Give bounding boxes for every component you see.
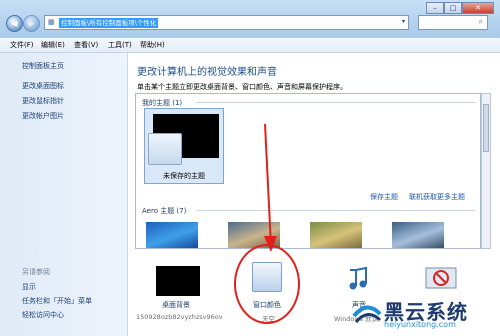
my-themes-header: 我的主题 (1) [142, 99, 183, 107]
menu-tools[interactable]: 工具(T) [108, 40, 132, 50]
close-button[interactable]: ✕ [462, 2, 494, 14]
address-dropdown-icon[interactable]: ▾ [402, 18, 405, 25]
menu-view[interactable]: 查看(V) [74, 40, 98, 50]
forward-button[interactable]: ▶ [23, 15, 40, 32]
screensaver-icon[interactable] [424, 266, 458, 294]
search-icon[interactable]: ⌕ [479, 17, 483, 27]
desktop-background-value: 150928ozb82vyzhzsv96ov [136, 313, 223, 321]
menu-file[interactable]: 文件(F) [10, 40, 34, 50]
sidebar: 控制面板主页 更改桌面图标 更改鼠标指针 更改帐户图片 另请参阅 显示 任务栏和… [0, 53, 128, 336]
scrollbar-thumb[interactable] [483, 104, 489, 152]
theme-window-preview [148, 133, 182, 165]
menu-help[interactable]: 帮助(H) [140, 40, 165, 50]
save-theme-link[interactable]: 保存主题 [370, 192, 398, 202]
address-bar[interactable]: ▦ 控制面板\所有控制面板项\个性化 ▾ [44, 15, 409, 30]
menu-edit[interactable]: 编辑(E) [41, 40, 65, 50]
section-divider [196, 102, 476, 103]
see-also-taskbar[interactable]: 任务栏和「开始」菜单 [22, 296, 92, 306]
see-also-heading: 另请参阅 [22, 268, 50, 276]
page-description: 单击某个主题立即更改桌面背景、窗口颜色、声音和屏幕保护程序。 [137, 83, 347, 91]
page-title: 更改计算机上的视觉效果和声音 [137, 67, 277, 78]
aero-themes-header: Aero 主题 (7) [142, 207, 187, 215]
aero-theme-characters[interactable] [310, 222, 362, 248]
sidebar-item-desktop-icons[interactable]: 更改桌面图标 [22, 81, 64, 91]
sound-icon[interactable] [344, 266, 374, 294]
title-bar: ◀ ▶ ▦ 控制面板\所有控制面板项\个性化 ▾ ⌕ – □ ✕ [0, 0, 500, 38]
section-divider [196, 210, 476, 211]
theme-scrollbar[interactable] [481, 93, 491, 249]
menu-bar: 文件(F) 编辑(E) 查看(V) 工具(T) 帮助(H) [0, 38, 500, 53]
control-panel-icon: ▦ [48, 18, 55, 26]
unsaved-theme-tile[interactable]: 未保存的主题 [144, 108, 224, 184]
aero-theme-windows[interactable] [146, 222, 198, 248]
theme-list: 我的主题 (1) 未保存的主题 保存主题 联机获取更多主题 Aero 主题 (7… [135, 93, 481, 249]
desktop-background-icon[interactable] [156, 266, 200, 296]
desktop-background-link[interactable]: 桌面背景 [162, 300, 190, 310]
get-more-themes-link[interactable]: 联机获取更多主题 [409, 192, 465, 202]
back-button[interactable]: ◀ [6, 15, 23, 32]
aero-theme-landscapes[interactable] [392, 222, 444, 248]
sidebar-item-control-panel-home[interactable]: 控制面板主页 [22, 61, 64, 71]
see-also-display[interactable]: 显示 [22, 282, 36, 292]
watermark-logo [352, 296, 382, 326]
sidebar-item-mouse-pointers[interactable]: 更改鼠标指针 [22, 96, 64, 106]
unsaved-theme-label: 未保存的主题 [163, 172, 205, 180]
address-path: 控制面板\所有控制面板项\个性化 [59, 18, 159, 28]
minimize-button[interactable]: – [426, 2, 444, 14]
sidebar-item-account-picture[interactable]: 更改帐户图片 [22, 111, 64, 121]
highlight-circle [234, 244, 300, 324]
maximize-button[interactable]: □ [444, 2, 462, 14]
search-input[interactable]: ⌕ [418, 15, 488, 30]
watermark-url: heiyunxitong.com [384, 320, 456, 329]
see-also-ease-of-access[interactable]: 轻松访问中心 [22, 310, 64, 320]
